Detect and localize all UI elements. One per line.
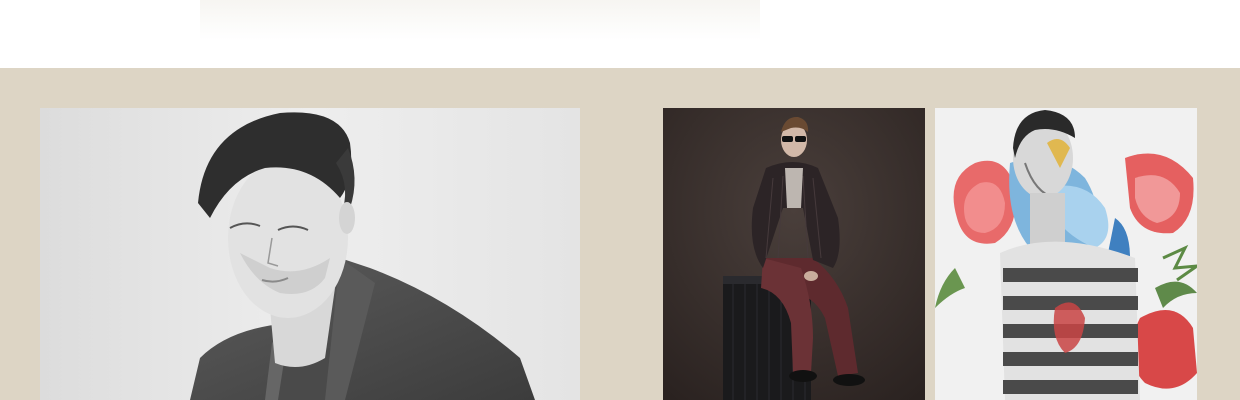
- gallery-image-1[interactable]: [40, 108, 580, 400]
- image-gallery-section: [0, 68, 1240, 400]
- studio-model-photo: [663, 108, 925, 400]
- gallery-image-3[interactable]: [935, 108, 1197, 400]
- gallery-image-2[interactable]: [663, 108, 925, 400]
- top-header-area: [0, 0, 1240, 68]
- floral-collage-photo: [935, 108, 1197, 400]
- bw-portrait-photo: [40, 108, 580, 400]
- faded-header-image: [200, 0, 760, 40]
